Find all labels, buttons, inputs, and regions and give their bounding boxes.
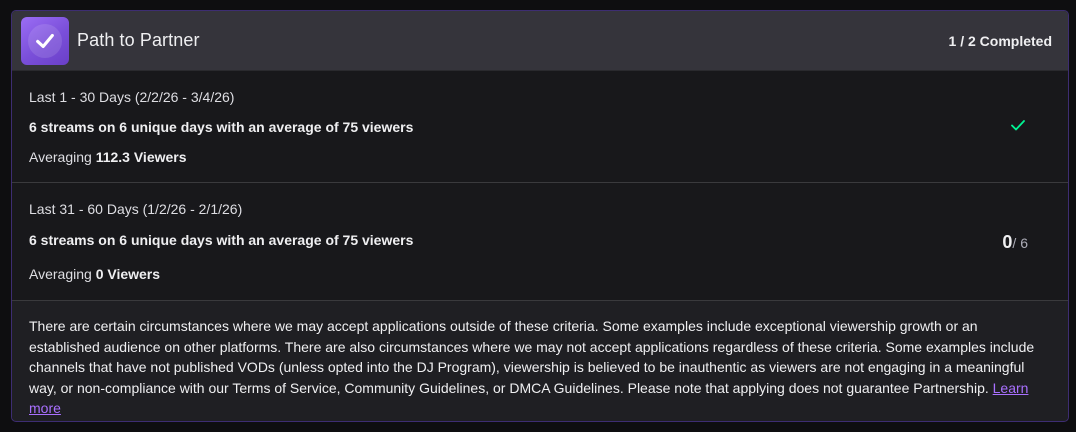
average-viewers: Averaging 112.3 Viewers [29,149,187,165]
card-title: Path to Partner [77,30,200,50]
progress-current: 0 [1002,232,1013,252]
requirement-text: 6 streams on 6 unique days with an avera… [29,232,414,248]
criteria-disclaimer: There are certain circumstances where we… [12,301,1068,419]
average-viewers: Averaging 0 Viewers [29,266,161,282]
check-icon [1010,118,1026,137]
progress-total: / 6 [1012,235,1028,251]
criteria-section-1: Last 1 - 30 Days (2/2/26 - 3/4/26) 6 str… [12,71,1068,183]
card-header: Path to Partner 1 / 2 Completed [12,11,1068,71]
stream-progress: 0/ 6 [1002,232,1028,253]
date-range: Last 1 - 30 Days (2/2/26 - 3/4/26) [29,89,235,105]
requirement-text: 6 streams on 6 unique days with an avera… [29,119,414,135]
disclaimer-text: There are certain circumstances where we… [29,318,1035,396]
path-to-partner-card: Path to Partner 1 / 2 Completed Last 1 -… [11,10,1069,422]
criteria-section-2: Last 31 - 60 Days (1/2/26 - 2/1/26) 6 st… [12,183,1068,301]
checkmark-badge-icon [21,16,69,65]
date-range: Last 31 - 60 Days (1/2/26 - 2/1/26) [29,201,243,217]
completion-status: 1 / 2 Completed [948,32,1052,49]
